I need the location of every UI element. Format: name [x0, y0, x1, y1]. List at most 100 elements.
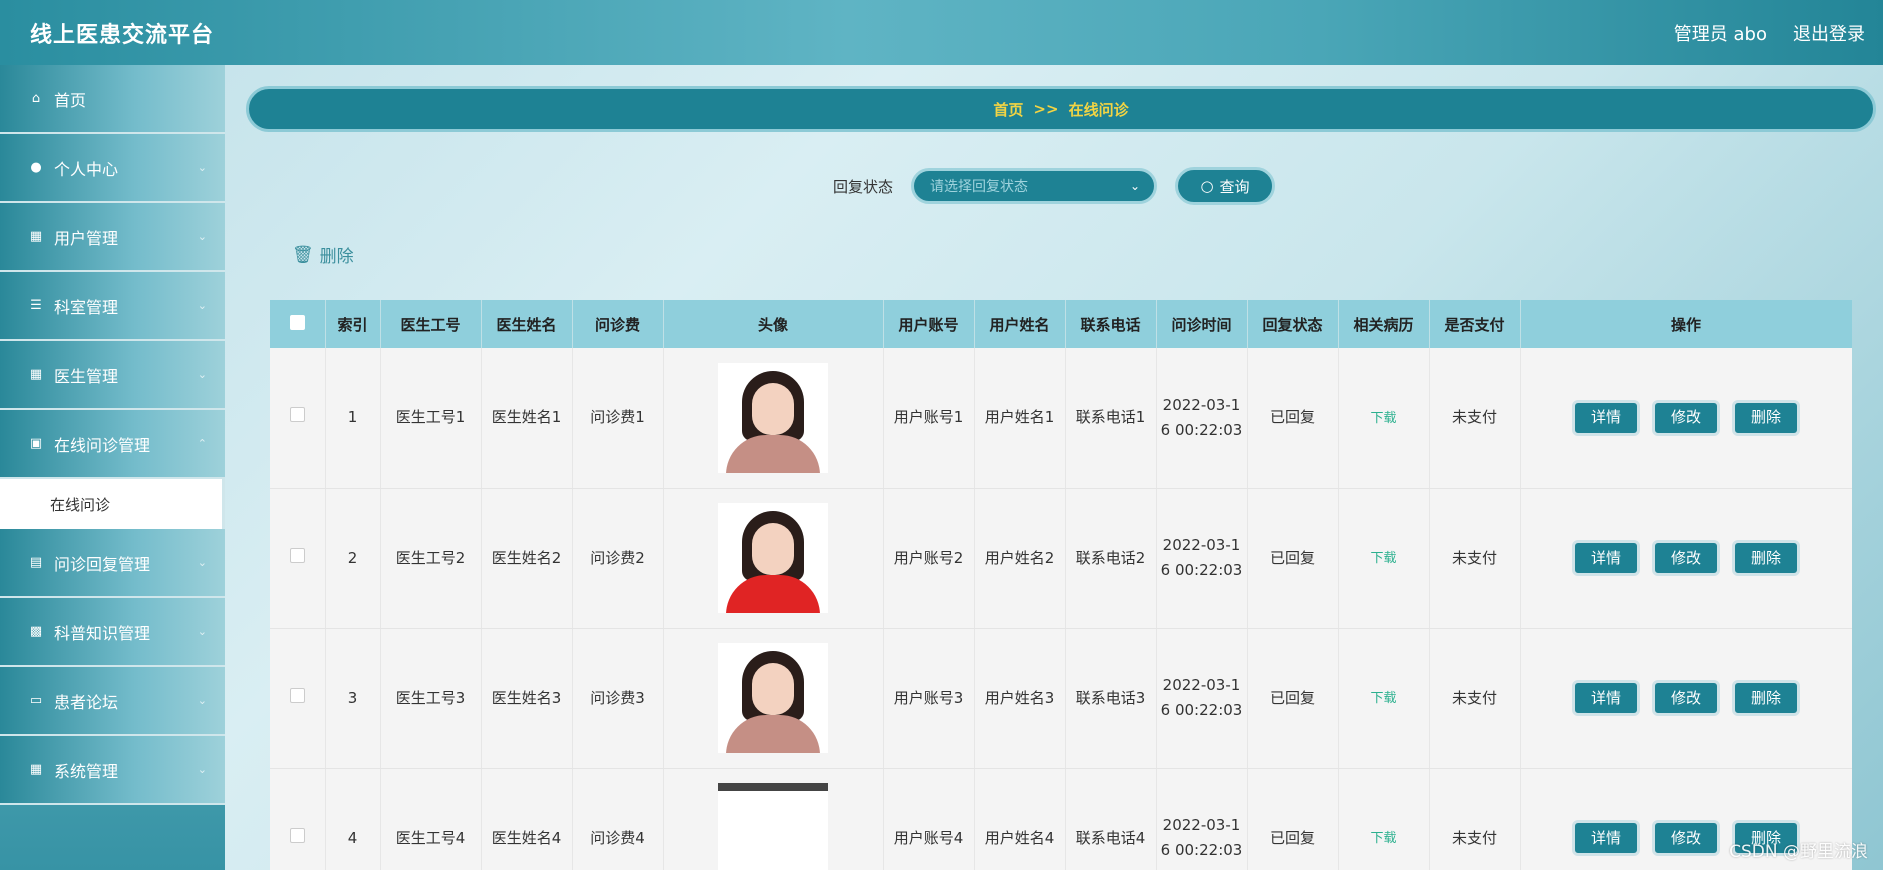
- batch-delete-button[interactable]: 🗑 删除: [292, 242, 354, 268]
- breadcrumb-home[interactable]: 首页: [993, 99, 1023, 120]
- cell-phone: 联系电话3: [1065, 628, 1157, 769]
- cell-time: 2022-03-16 00:22:03: [1156, 348, 1248, 489]
- watermark: CSDN @野里流浪: [1729, 842, 1868, 862]
- cell-doctor-id: 医生工号2: [380, 488, 482, 629]
- reply-status-label: 回复状态: [833, 177, 894, 196]
- batch-delete-label: 删除: [319, 247, 354, 267]
- query-button[interactable]: ○ 查询: [1175, 167, 1276, 205]
- table-header-row: 索引 医生工号 医生姓名 问诊费 头像 用户账号 用户姓名 联系电话 问诊时间 …: [270, 300, 1852, 348]
- edit-button[interactable]: 修改: [1652, 540, 1720, 576]
- cell-doctor-id: 医生工号1: [380, 348, 482, 489]
- delete-button[interactable]: 删除: [1732, 399, 1800, 436]
- row-checkbox[interactable]: [289, 547, 305, 563]
- cell-account: 用户账号3: [883, 628, 975, 769]
- column-header: 回复状态: [1247, 300, 1339, 348]
- sidebar-item-label: 个人中心: [54, 159, 119, 179]
- cell-paid: 未支付: [1429, 348, 1521, 489]
- delete-button[interactable]: 删除: [1732, 540, 1800, 576]
- select-all-checkbox[interactable]: [289, 314, 305, 330]
- column-header: 用户账号: [883, 300, 975, 348]
- download-link[interactable]: 下载: [1370, 551, 1396, 566]
- cell-paid: 未支付: [1429, 768, 1521, 870]
- delete-button[interactable]: 删除: [1732, 680, 1800, 716]
- breadcrumb-current: 在线问诊: [1068, 100, 1129, 119]
- sidebar-item-label: 问诊回复管理: [54, 554, 151, 574]
- document-icon: ▤: [29, 555, 43, 570]
- chat-icon: ▩: [29, 624, 43, 639]
- row-checkbox[interactable]: [289, 687, 305, 703]
- admin-user-label[interactable]: 管理员 abo: [1674, 20, 1767, 46]
- cell-time: 2022-03-16 00:22:03: [1156, 488, 1248, 629]
- cell-fee: 问诊费4: [572, 768, 664, 870]
- cell-doctor-name: 医生姓名4: [481, 768, 573, 870]
- table-row: 2 医生工号2 医生姓名2 问诊费2 用户账号2 用户姓名2 联系电话2 202…: [270, 488, 1852, 629]
- grid-icon: ▦: [29, 367, 43, 382]
- cell-doctor-name: 医生姓名3: [481, 628, 573, 769]
- top-header: 线上医患交流平台 管理员 abo 退出登录: [0, 0, 1883, 65]
- table-row: 1 医生工号1 医生姓名1 问诊费1 用户账号1 用户姓名1 联系电话1 202…: [270, 348, 1852, 489]
- row-checkbox[interactable]: [289, 827, 305, 843]
- column-header: 医生姓名: [481, 300, 573, 348]
- app-title: 线上医患交流平台: [30, 22, 215, 48]
- header-select-all[interactable]: [270, 300, 326, 348]
- trash-icon: 🗑: [292, 244, 314, 265]
- sidebar-item-reply-management[interactable]: ▤ 问诊回复管理 ⌄: [0, 529, 225, 598]
- edit-button[interactable]: 修改: [1652, 820, 1720, 856]
- sidebar-item-consultation-management[interactable]: ▣ 在线问诊管理 ⌃: [0, 410, 225, 479]
- download-link[interactable]: 下载: [1370, 831, 1396, 846]
- cell-username: 用户姓名3: [974, 628, 1066, 769]
- sidebar-item-label: 医生管理: [54, 366, 119, 386]
- sidebar-item-home[interactable]: ⌂ 首页: [0, 65, 225, 134]
- table-row: 4 医生工号4 医生姓名4 问诊费4 用户账号4 用户姓名4 联系电话4 202…: [270, 768, 1852, 870]
- chevron-down-icon: ⌄: [197, 625, 207, 638]
- column-header: 问诊费: [572, 300, 664, 348]
- sidebar-item-doctor-management[interactable]: ▦ 医生管理 ⌄: [0, 341, 225, 410]
- select-placeholder: 请选择回复状态: [930, 179, 1029, 195]
- download-link[interactable]: 下载: [1370, 411, 1396, 426]
- consultation-table: 索引 医生工号 医生姓名 问诊费 头像 用户账号 用户姓名 联系电话 问诊时间 …: [270, 300, 1852, 870]
- sidebar-item-user-management[interactable]: ▦ 用户管理 ⌄: [0, 203, 225, 272]
- chevron-down-icon: ⌄: [197, 368, 207, 381]
- home-icon: ⌂: [31, 91, 41, 106]
- search-icon: ○: [1200, 177, 1214, 195]
- cell-doctor-name: 医生姓名1: [481, 348, 573, 489]
- download-link[interactable]: 下载: [1370, 691, 1396, 706]
- logout-button[interactable]: 退出登录: [1793, 20, 1865, 46]
- sidebar-subitem-online-consultation[interactable]: 在线问诊: [0, 479, 225, 529]
- column-header: 索引: [325, 300, 381, 348]
- sidebar-item-label: 系统管理: [54, 761, 119, 781]
- detail-button[interactable]: 详情: [1572, 540, 1640, 576]
- sidebar-item-label: 患者论坛: [54, 692, 119, 712]
- sidebar: ⌂ 首页 ● 个人中心 ⌄ ▦ 用户管理 ⌄ ☰ 科室管理 ⌄ ▦ 医生管理 ⌄ ▣ 在线问…: [0, 65, 225, 870]
- cell-username: 用户姓名4: [974, 768, 1066, 870]
- edit-button[interactable]: 修改: [1652, 680, 1720, 716]
- column-header: 问诊时间: [1156, 300, 1248, 348]
- grid-icon: ▦: [29, 229, 43, 244]
- cell-reply-status: 已回复: [1247, 488, 1339, 629]
- cell-fee: 问诊费2: [572, 488, 664, 629]
- sliders-icon: ☰: [30, 298, 42, 313]
- column-header: 操作: [1520, 300, 1852, 348]
- detail-button[interactable]: 详情: [1572, 399, 1640, 436]
- chevron-down-icon: ⌄: [197, 299, 207, 312]
- sidebar-item-personal-center[interactable]: ● 个人中心 ⌄: [0, 134, 225, 203]
- cell-fee: 问诊费3: [572, 628, 664, 769]
- monitor-icon: ▭: [29, 693, 43, 708]
- sidebar-item-department-management[interactable]: ☰ 科室管理 ⌄: [0, 272, 225, 341]
- row-checkbox[interactable]: [289, 407, 305, 423]
- edit-button[interactable]: 修改: [1652, 399, 1720, 436]
- sidebar-item-label: 科普知识管理: [54, 623, 151, 643]
- detail-button[interactable]: 详情: [1572, 820, 1640, 856]
- sidebar-item-patient-forum[interactable]: ▭ 患者论坛 ⌄: [0, 667, 225, 736]
- sidebar-item-system-management[interactable]: ▦ 系统管理 ⌄: [0, 736, 225, 805]
- chevron-down-icon: ⌄: [197, 556, 207, 569]
- cell-doctor-id: 医生工号3: [380, 628, 482, 769]
- detail-button[interactable]: 详情: [1572, 680, 1640, 716]
- sidebar-item-knowledge-management[interactable]: ▩ 科普知识管理 ⌄: [0, 598, 225, 667]
- reply-status-select[interactable]: 请选择回复状态 ⌄: [911, 168, 1158, 204]
- avatar: [718, 643, 828, 753]
- header-actions: 管理员 abo 退出登录: [1674, 20, 1865, 46]
- sidebar-item-label: 用户管理: [54, 228, 119, 248]
- chevron-down-icon: ⌄: [1129, 179, 1141, 193]
- cell-account: 用户账号2: [883, 488, 975, 629]
